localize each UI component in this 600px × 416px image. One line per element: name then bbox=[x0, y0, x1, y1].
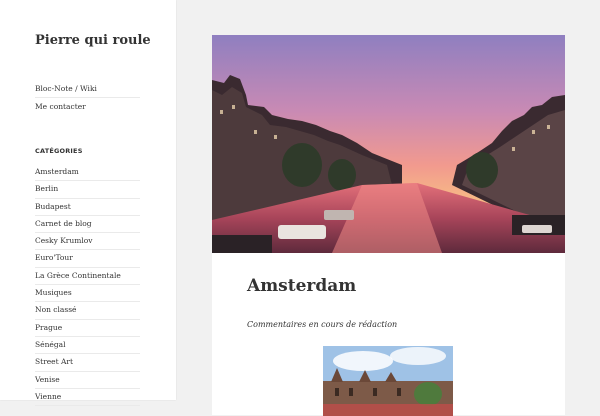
category-link[interactable]: Street Art bbox=[35, 354, 140, 372]
featured-image[interactable] bbox=[212, 35, 565, 253]
categories-widget-title: CATÉGORIES bbox=[35, 147, 83, 155]
category-link[interactable]: Cesky Krumlov bbox=[35, 233, 140, 251]
category-link[interactable]: Prague bbox=[35, 320, 140, 337]
category-link[interactable]: Amsterdam bbox=[35, 164, 140, 182]
category-link[interactable]: La Grèce Continentale bbox=[35, 268, 140, 286]
category-link[interactable]: Carnet de blog bbox=[35, 216, 140, 234]
category-link[interactable]: Berlin bbox=[35, 181, 140, 199]
category-link[interactable]: Budapest bbox=[35, 199, 140, 216]
categories-list: Amsterdam Berlin Budapest Carnet de blog… bbox=[35, 164, 140, 407]
nav-item-bloc-note[interactable]: Bloc-Note / Wiki bbox=[35, 80, 140, 98]
post-title[interactable]: Amsterdam bbox=[247, 276, 356, 296]
nav-item-contact[interactable]: Me contacter bbox=[35, 98, 140, 115]
category-link[interactable]: Sénégal bbox=[35, 337, 140, 355]
site-title[interactable]: Pierre qui roule bbox=[35, 33, 151, 48]
category-link[interactable]: Non classé bbox=[35, 302, 140, 320]
post-article: Amsterdam Commentaires en cours de rédac… bbox=[212, 35, 565, 416]
sidebar: Pierre qui roule Bloc-Note / Wiki Me con… bbox=[0, 0, 176, 407]
post-thumbnail-image[interactable] bbox=[323, 346, 453, 416]
category-link[interactable]: Vienne bbox=[35, 389, 140, 407]
category-link[interactable]: Musiques bbox=[35, 285, 140, 303]
sidebar-nav: Bloc-Note / Wiki Me contacter bbox=[35, 80, 140, 115]
category-link[interactable]: Euro'Tour bbox=[35, 250, 140, 268]
category-link[interactable]: Venise bbox=[35, 372, 140, 389]
post-subtitle: Commentaires en cours de rédaction bbox=[247, 320, 398, 329]
